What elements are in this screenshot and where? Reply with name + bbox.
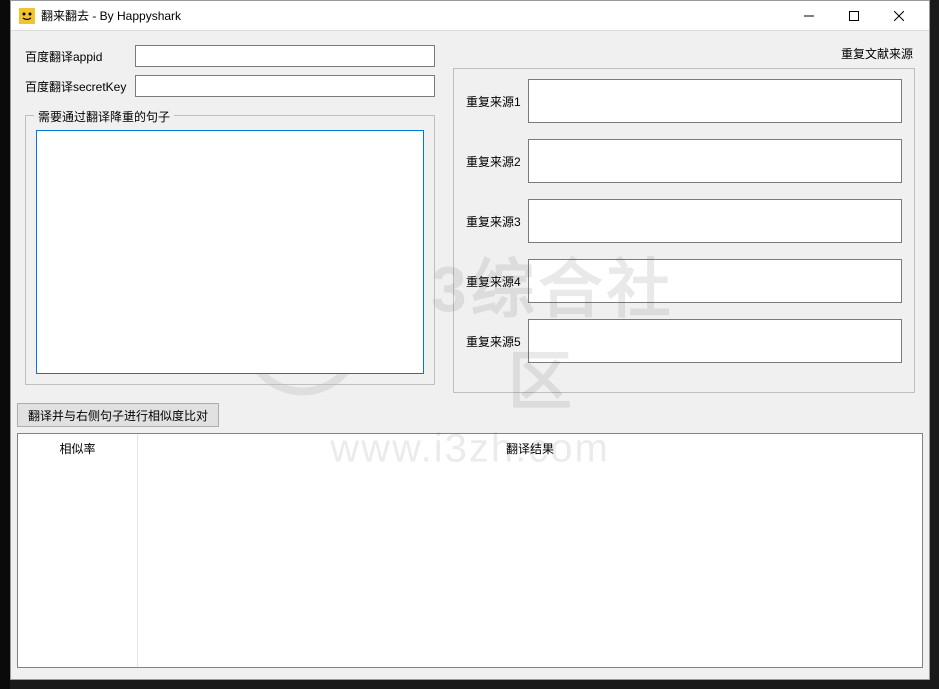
source-2-input[interactable] <box>528 139 902 183</box>
sentence-textarea[interactable] <box>36 130 424 374</box>
source-1-label: 重复来源1 <box>466 93 528 110</box>
appid-input[interactable] <box>135 45 435 67</box>
source-1-input[interactable] <box>528 79 902 123</box>
translation-column: 翻译结果 <box>138 434 922 667</box>
translate-compare-button[interactable]: 翻译并与右侧句子进行相似度比对 <box>17 403 219 427</box>
minimize-button[interactable] <box>786 1 831 30</box>
app-icon <box>19 8 35 24</box>
source-2-label: 重复来源2 <box>466 153 528 170</box>
appid-label: 百度翻译appid <box>25 48 135 65</box>
window-controls <box>786 1 921 30</box>
sentence-groupbox: 需要通过翻译降重的句子 <box>25 115 435 385</box>
app-window: 翻来翻去 - By Happyshark i3综合社区 www.i3zh.com <box>10 0 930 680</box>
sources-groupbox: 重复来源1 重复来源2 重复来源3 重复来源4 <box>453 68 915 393</box>
left-column: 百度翻译appid 百度翻译secretKey 需要通过翻译降重的句子 <box>25 45 435 393</box>
source-3-input[interactable] <box>528 199 902 243</box>
window-title: 翻来翻去 - By Happyshark <box>41 7 786 24</box>
source-3-label: 重复来源3 <box>466 213 528 230</box>
sentence-groupbox-title: 需要通过翻译降重的句子 <box>34 108 174 125</box>
close-button[interactable] <box>876 1 921 30</box>
maximize-button[interactable] <box>831 1 876 30</box>
titlebar: 翻来翻去 - By Happyshark <box>11 1 929 31</box>
source-5-input[interactable] <box>528 319 902 363</box>
results-area: 相似率 翻译结果 <box>17 433 923 668</box>
similarity-column: 相似率 <box>18 434 138 667</box>
translation-header: 翻译结果 <box>138 434 922 463</box>
secretkey-input[interactable] <box>135 75 435 97</box>
background-strip <box>0 0 10 689</box>
similarity-header: 相似率 <box>18 434 137 463</box>
source-5-label: 重复来源5 <box>466 333 528 350</box>
source-4-input[interactable] <box>528 259 902 303</box>
source-4-label: 重复来源4 <box>466 273 528 290</box>
content-area: i3综合社区 www.i3zh.com 百度翻译appid 百度翻译secret… <box>11 31 929 679</box>
secretkey-label: 百度翻译secretKey <box>25 78 135 95</box>
right-column: 重复文献来源 重复来源1 重复来源2 重复来源3 重复 <box>453 45 915 393</box>
sources-title: 重复文献来源 <box>453 45 915 62</box>
